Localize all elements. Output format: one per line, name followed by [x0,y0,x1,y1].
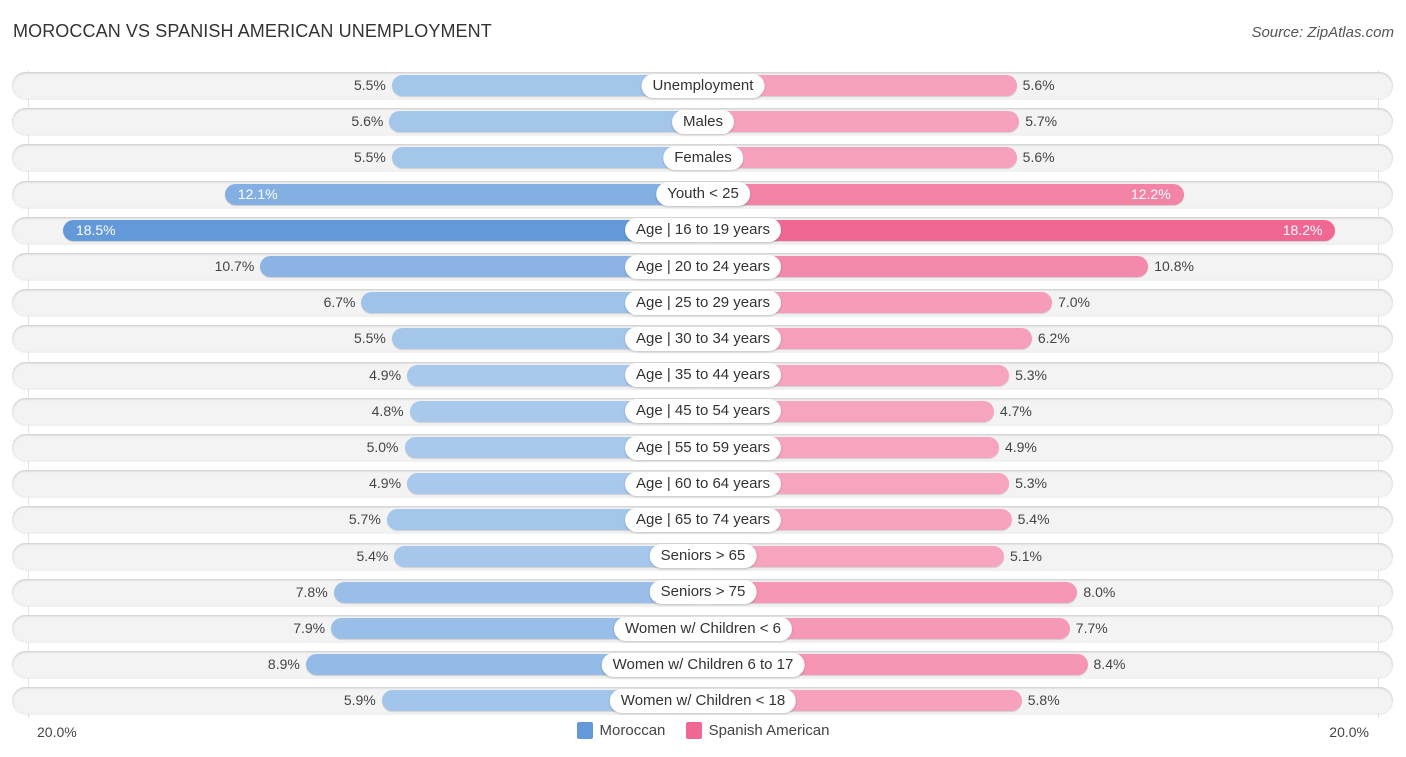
bar-spanish-american[interactable] [703,147,1017,169]
value-label-spanish-american: 7.0% [1058,294,1091,311]
value-label-moroccan: 5.7% [348,511,381,528]
value-label-moroccan: 6.7% [323,294,356,311]
value-label-moroccan: 4.8% [371,402,404,419]
value-label-moroccan: 5.6% [351,113,384,130]
value-label-spanish-american: 12.2% [1130,185,1171,202]
category-label: Seniors > 75 [649,580,757,605]
value-label-moroccan: 18.5% [75,221,116,238]
value-label-spanish-american: 18.2% [1282,221,1323,238]
category-label: Age | 45 to 54 years [625,399,781,424]
category-label: Age | 20 to 24 years [625,254,781,279]
category-label: Age | 25 to 29 years [625,290,781,315]
bar-spanish-american[interactable] [703,581,1078,603]
category-label: Age | 65 to 74 years [625,507,781,532]
legend-label: Spanish American [708,722,830,739]
value-label-moroccan: 10.7% [214,258,255,274]
value-label-spanish-american: 5.1% [1010,547,1042,564]
value-label-spanish-american: 5.6% [1022,149,1055,166]
category-label: Age | 30 to 34 years [625,326,781,351]
category-label: Age | 16 to 19 years [625,218,781,243]
value-label-spanish-american: 5.8% [1027,692,1060,709]
value-label-spanish-american: 8.4% [1093,656,1126,673]
value-label-moroccan: 5.4% [356,547,389,564]
category-label: Age | 60 to 64 years [625,471,781,496]
value-label-moroccan: 5.0% [366,439,399,455]
value-label-moroccan: 5.5% [353,77,386,93]
value-label-spanish-american: 8.0% [1083,583,1116,600]
value-label-moroccan: 5.5% [353,330,386,347]
bar-moroccan[interactable] [333,581,703,603]
value-label-moroccan: 7.9% [293,620,326,636]
bar-moroccan[interactable] [62,219,703,241]
category-label: Unemployment [641,73,765,98]
value-label-spanish-american: 7.7% [1075,620,1108,636]
value-label-moroccan: 8.9% [267,656,300,673]
legend-swatch-spanish-american [685,722,702,739]
value-label-moroccan: 12.1% [237,185,278,202]
bar-moroccan[interactable] [391,147,703,169]
value-label-spanish-american: 5.7% [1025,113,1058,130]
value-label-spanish-american: 4.9% [1004,439,1037,455]
category-label: Age | 55 to 59 years [625,435,781,460]
legend-item-spanish-american[interactable]: Spanish American [685,722,830,739]
category-label: Females [663,145,743,170]
category-label: Youth < 25 [656,182,750,207]
value-label-spanish-american: 5.6% [1022,77,1055,93]
value-label-moroccan: 7.8% [295,583,328,600]
category-label: Seniors > 65 [649,544,757,569]
legend-label: Moroccan [599,722,666,739]
bar-spanish-american[interactable] [703,219,1336,241]
value-label-moroccan: 5.9% [343,692,376,709]
legend-item-moroccan[interactable]: Moroccan [576,722,666,739]
value-label-spanish-american: 4.7% [999,402,1032,419]
bar-spanish-american[interactable] [703,111,1020,133]
category-label: Women w/ Children < 18 [609,688,797,713]
category-label: Women w/ Children < 6 [613,616,793,641]
value-label-spanish-american: 10.8% [1154,258,1194,274]
bar-moroccan[interactable] [389,111,703,133]
source-credit: Source: ZipAtlas.com [1251,24,1394,41]
category-label: Age | 35 to 44 years [625,363,781,388]
value-label-moroccan: 4.9% [369,366,402,383]
value-label-spanish-american: 5.4% [1017,511,1050,528]
bar-moroccan[interactable] [224,183,703,205]
value-label-spanish-american: 5.3% [1015,366,1047,383]
legend-swatch-moroccan [576,722,593,739]
bar-spanish-american[interactable] [703,183,1184,205]
legend: Moroccan Spanish American [0,722,1406,743]
value-label-spanish-american: 6.2% [1037,330,1070,347]
value-label-moroccan: 5.5% [353,149,386,166]
value-label-moroccan: 4.9% [369,475,402,492]
chart-title: MOROCCAN VS SPANISH AMERICAN UNEMPLOYMEN… [13,21,492,41]
category-label: Males [671,109,735,134]
category-label: Women w/ Children 6 to 17 [601,652,805,677]
value-label-spanish-american: 5.3% [1015,475,1047,492]
